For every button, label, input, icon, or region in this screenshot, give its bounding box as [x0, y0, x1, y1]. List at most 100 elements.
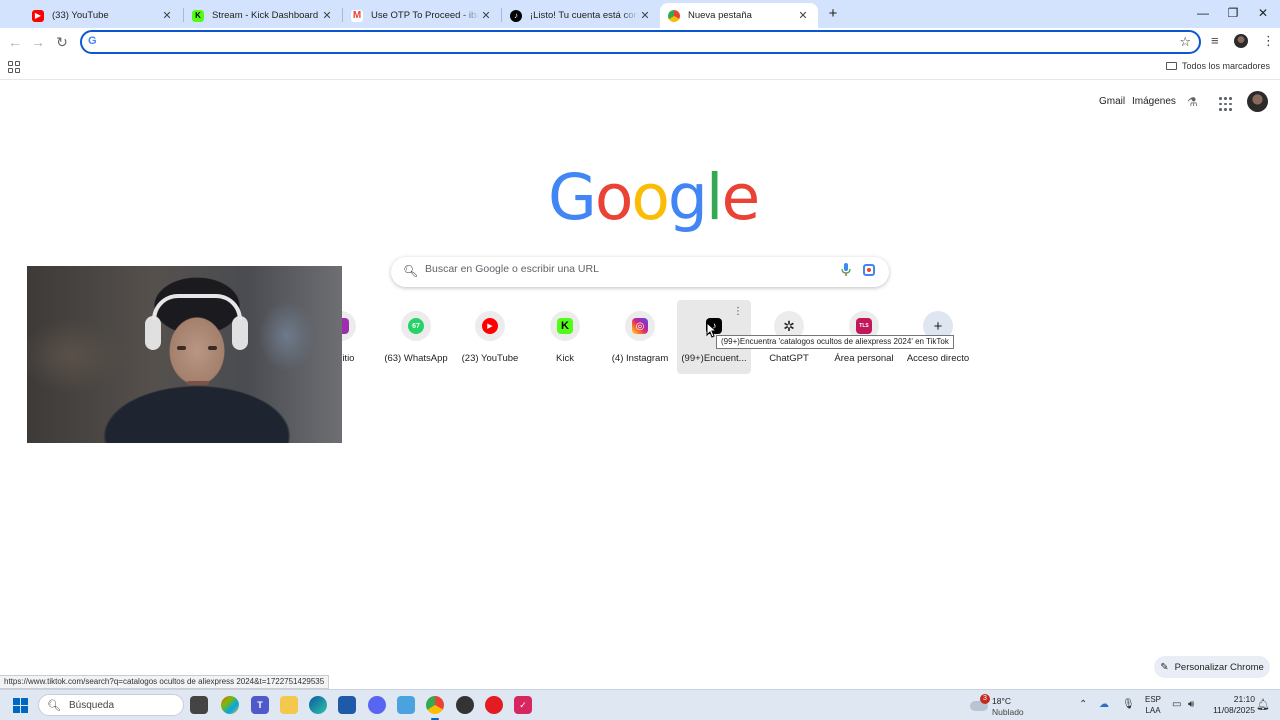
close-icon[interactable]: ✕ — [320, 9, 334, 22]
kebab-menu-icon[interactable]: ⋮ — [1262, 33, 1275, 49]
close-icon[interactable]: ✕ — [160, 9, 174, 22]
reload-icon[interactable]: ↻ — [53, 33, 71, 51]
address-bar[interactable]: G ☆ — [80, 30, 1201, 54]
edge-icon[interactable] — [309, 696, 327, 714]
mouse-cursor-icon — [706, 322, 716, 338]
file-explorer-icon[interactable] — [280, 696, 298, 714]
app-red-icon[interactable] — [485, 696, 503, 714]
google-logo: Google — [548, 161, 760, 234]
shortcut-whatsapp[interactable]: 67 (63) WhatsApp — [379, 300, 453, 374]
google-apps-icon[interactable] — [1219, 97, 1232, 111]
shortcut-icon-circle: K — [550, 311, 580, 341]
search-input[interactable] — [425, 263, 825, 275]
weather-temp: 18°C — [992, 696, 1011, 706]
close-icon[interactable]: ✕ — [796, 9, 810, 22]
new-tab-plus-icon[interactable]: + — [818, 5, 848, 22]
tab-youtube[interactable]: ▶ (33) YouTube ✕ — [24, 3, 182, 28]
chrome-taskbar-icon[interactable] — [426, 696, 444, 714]
shortcut-tooltip: (99+)Encuentra 'catalogos ocultos de ali… — [716, 335, 954, 349]
tab-title: Use OTP To Proceed - ibareldio — [371, 10, 479, 21]
notification-bell-icon[interactable]: 🔔︎ — [1256, 698, 1270, 711]
teams-icon[interactable]: T — [251, 696, 269, 714]
search-icon: 🔍︎ — [47, 699, 61, 712]
labs-flask-icon[interactable]: ⚗ — [1187, 95, 1198, 109]
profile-avatar-icon[interactable] — [1234, 34, 1248, 48]
clock-date: 11/08/2025 — [1213, 705, 1255, 715]
customize-chrome-button[interactable]: ✎ Personalizar Chrome — [1154, 656, 1270, 678]
taskbar-search-label: Búsqueda — [68, 699, 115, 711]
shortcut-youtube[interactable]: ▶ (23) YouTube — [453, 300, 527, 374]
shortcut-instagram[interactable]: ◎ (4) Instagram — [603, 300, 677, 374]
app-pink-icon[interactable]: ✓ — [514, 696, 532, 714]
taskbar-clock[interactable]: 21:10 11/08/2025 — [1205, 694, 1255, 716]
face-mouth — [187, 381, 209, 385]
google-g-icon: G — [88, 35, 97, 47]
taskbar-search[interactable]: 🔍︎ Búsqueda — [38, 694, 184, 716]
weather-widget[interactable]: 3 18°C Nublado — [970, 693, 1030, 719]
shortcut-kick[interactable]: K Kick — [528, 300, 602, 374]
browser-toolbar: ← → ↻ G ☆ ≡ ⋮ — [0, 28, 1280, 56]
bookmark-star-icon[interactable]: ☆ — [1179, 34, 1191, 50]
kick-icon: K — [192, 9, 204, 22]
onedrive-icon[interactable]: ☁ — [1099, 699, 1109, 710]
images-link[interactable]: Imágenes — [1132, 96, 1176, 107]
back-arrow-icon[interactable]: ← — [6, 33, 24, 51]
customize-label: Personalizar Chrome — [1174, 661, 1264, 673]
network-icon[interactable]: ▭ — [1172, 699, 1181, 710]
chevron-up-icon[interactable]: ⌃ — [1079, 699, 1087, 710]
pencil-icon: ✎ — [1160, 661, 1169, 673]
headphone-band — [152, 294, 242, 320]
google-lens-icon[interactable] — [863, 264, 875, 276]
forward-arrow-icon[interactable]: → — [29, 33, 47, 51]
chrome-icon — [668, 9, 680, 22]
close-icon[interactable]: ✕ — [479, 9, 493, 22]
account-avatar[interactable] — [1247, 91, 1268, 112]
language-indicator[interactable]: ESP LAA — [1145, 694, 1161, 716]
bookmarks-bar: Todos los marcadores — [0, 56, 1280, 80]
chatgpt-icon: ✲ — [783, 317, 795, 334]
tab-title: Nueva pestaña — [688, 10, 752, 21]
discord-icon[interactable] — [368, 696, 386, 714]
whatsapp-icon: 67 — [408, 318, 424, 334]
windows-taskbar: 🔍︎ Búsqueda T ✓ 3 18°C Nublado ⌃ ☁ 🎙︎ ES… — [0, 689, 1280, 720]
windows-start-icon[interactable] — [13, 698, 28, 713]
volume-icon[interactable]: 🔊︎ — [1188, 699, 1194, 710]
obs-icon[interactable] — [456, 696, 474, 714]
status-bar-url: https://www.tiktok.com/search?q=catalogo… — [0, 675, 330, 689]
window-close-icon[interactable]: ✕ — [1248, 6, 1278, 20]
minimize-icon[interactable]: — — [1188, 6, 1218, 20]
search-box[interactable]: 🔍︎ — [391, 257, 889, 287]
address-input[interactable] — [104, 35, 1164, 46]
tab-new-tab[interactable]: Nueva pestaña ✕ — [660, 3, 818, 28]
photos-icon[interactable] — [397, 696, 415, 714]
tab-gmail-otp[interactable]: M Use OTP To Proceed - ibareldio ✕ — [343, 3, 501, 28]
task-view-icon[interactable] — [190, 696, 208, 714]
close-icon[interactable]: ✕ — [638, 9, 652, 22]
webcam-overlay — [27, 266, 342, 443]
youtube-icon: ▶ — [482, 318, 498, 334]
gmail-link[interactable]: Gmail — [1099, 96, 1125, 107]
microphone-icon[interactable]: 🎙︎ — [1122, 699, 1135, 710]
lang-code: ESP — [1145, 695, 1162, 704]
tab-tiktok[interactable]: ♪ ¡Listo! Tu cuenta está conectada ✕ — [502, 3, 660, 28]
face-eye-left — [177, 346, 186, 350]
lang-layout: LAA — [1145, 706, 1161, 715]
tab-kick-dashboard[interactable]: K Stream - Kick Dashboard ✕ — [184, 3, 342, 28]
headphone-left — [145, 316, 161, 350]
microphone-icon[interactable] — [841, 263, 851, 280]
restore-icon[interactable]: ❐ — [1218, 6, 1248, 20]
media-control-icon[interactable]: ≡ — [1211, 33, 1219, 48]
weather-desc: Nublado — [992, 707, 1024, 717]
apps-grid-icon[interactable] — [8, 61, 20, 73]
copilot-icon[interactable] — [221, 696, 239, 714]
kick-icon: K — [557, 318, 573, 334]
shortcut-label: (23) YouTube — [461, 353, 519, 364]
all-bookmarks-button[interactable]: Todos los marcadores — [1165, 61, 1270, 71]
tab-title: (33) YouTube — [52, 10, 109, 21]
shortcut-more-icon[interactable]: ⋮ — [733, 306, 743, 317]
tiktok-icon: ♪ — [510, 9, 522, 22]
shortcut-label: (4) Instagram — [611, 353, 669, 364]
store-icon[interactable] — [338, 696, 356, 714]
shortcut-icon-circle: ▶ — [475, 311, 505, 341]
tab-strip: ▶ (33) YouTube ✕ K Stream - Kick Dashboa… — [0, 0, 1280, 28]
